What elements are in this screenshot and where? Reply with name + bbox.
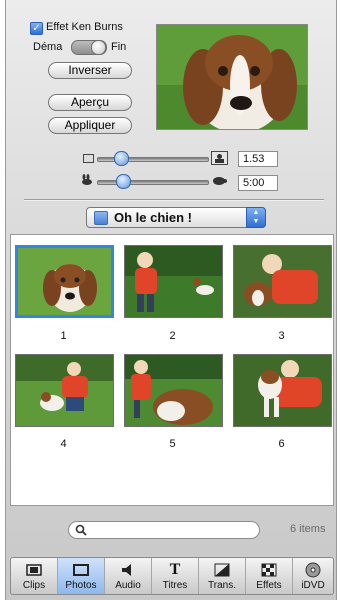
zoom-slider-knob[interactable] [114,151,130,166]
start-label: Déma [33,41,63,53]
idvd-icon [293,561,333,579]
end-label: Fin [111,41,127,53]
small-photo-icon [83,154,94,163]
photo-caption: 5 [169,438,176,450]
toggle-knob[interactable] [91,40,106,55]
tab-label: Photos [65,580,97,591]
tab-idvd[interactable]: iDVD [293,558,333,594]
rabbit-icon [79,174,95,186]
duration-value-field[interactable]: 5:00 [238,175,278,191]
divider [24,199,324,201]
tab-effects[interactable]: Effets [246,558,293,594]
duration-slider-knob[interactable] [116,174,132,189]
photo-caption: 1 [60,330,67,342]
tab-transitions[interactable]: Trans. [199,558,246,594]
chevron-updown-icon[interactable]: ▲ ▼ [246,207,266,228]
album-icon [94,211,108,225]
titles-icon: T [169,561,181,578]
photos-icon [58,561,104,579]
photo-caption: 6 [278,438,285,450]
tab-label: Effets [256,580,282,591]
tab-label: Trans. [208,580,236,591]
album-popup[interactable]: Oh le chien ! ▲ ▼ [86,207,266,228]
ken-burns-label: Effet Ken Burns [46,21,123,33]
photos-pane: ✓ Effet Ken Burns Déma Fin Inverser Aper… [5,0,337,600]
transitions-icon [199,561,245,579]
photo-caption: 2 [169,330,176,342]
photo-thumbnail[interactable] [233,354,332,427]
tab-label: Audio [115,580,141,591]
tab-photos[interactable]: Photos [58,558,105,594]
tab-label: iDVD [301,580,325,591]
turtle-icon [211,175,227,187]
ken-burns-checkbox[interactable]: ✓ [30,22,43,35]
checkmark-icon: ✓ [32,23,41,34]
preview-button[interactable]: Aperçu [48,94,132,111]
reverse-button[interactable]: Inverser [48,62,132,79]
photo-thumbnail[interactable] [15,354,114,427]
audio-icon [105,561,151,579]
tab-audio[interactable]: Audio [105,558,152,594]
effects-icon [246,561,292,579]
album-selected-label: Oh le chien ! [114,210,193,225]
media-toolbar: Clips Photos Audio T Titres Trans. Effet… [10,557,334,595]
photo-caption: 3 [278,330,285,342]
photo-caption: 4 [60,438,67,450]
magnifier-icon [75,524,87,536]
photo-thumbnail[interactable] [124,245,223,318]
item-count: 6 items [290,523,326,535]
tab-clips[interactable]: Clips [11,558,58,594]
start-end-toggle[interactable] [71,40,107,55]
search-input[interactable] [68,521,260,539]
apply-button[interactable]: Appliquer [48,117,132,134]
photo-thumbnail[interactable] [15,245,114,318]
preview-image [156,24,308,130]
tab-label: Clips [22,580,46,591]
large-photo-icon [211,151,228,165]
tab-titles[interactable]: T Titres [152,558,199,594]
tab-label: Titres [162,580,188,591]
photo-thumbnail[interactable] [233,245,332,318]
clips-icon [11,561,57,579]
photo-thumbnail[interactable] [124,354,223,427]
photo-grid: 1 2 3 4 5 6 [10,234,334,506]
zoom-value-field[interactable]: 1.53 [238,151,278,167]
duration-slider-track[interactable] [97,180,209,185]
